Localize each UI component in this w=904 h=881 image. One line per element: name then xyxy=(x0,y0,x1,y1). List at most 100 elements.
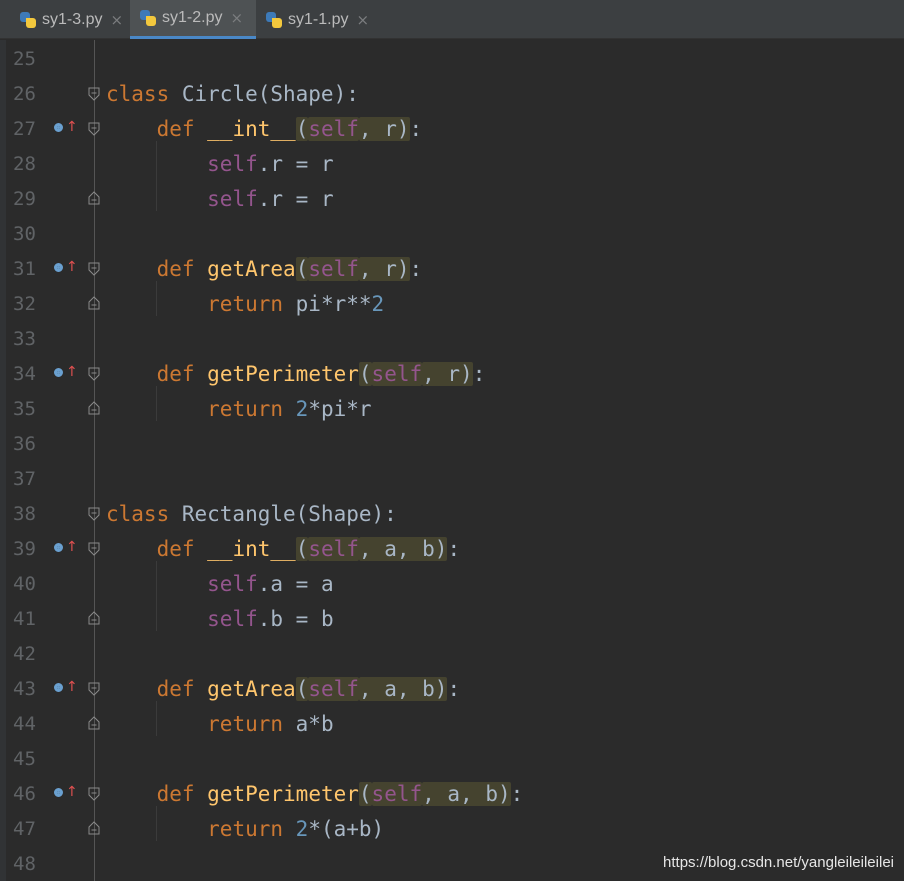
line-number: 29 xyxy=(13,188,36,210)
overrides-method-icon[interactable]: ↑ xyxy=(52,259,78,279)
code-token: , a, b) xyxy=(358,537,448,561)
tab-sy1-3[interactable]: sy1-3.py × xyxy=(10,0,130,39)
code-line[interactable]: 36 xyxy=(0,426,904,461)
fold-close-icon[interactable] xyxy=(87,191,101,205)
fold-close-icon[interactable] xyxy=(87,821,101,835)
code-line[interactable]: 45 xyxy=(0,741,904,776)
fold-open-icon[interactable] xyxy=(87,542,101,556)
code-line[interactable]: 44 return a*b xyxy=(0,706,904,741)
fold-close-icon[interactable] xyxy=(87,401,101,415)
tab-label: sy1-2.py xyxy=(162,9,223,26)
code-token: Circle(Shape): xyxy=(169,82,359,106)
code-token: : xyxy=(510,782,524,806)
code-token: *pi*r xyxy=(308,397,372,421)
code-token: 2 xyxy=(295,397,309,421)
code-line[interactable]: 34 ↑ def getPerimeter(self, r): xyxy=(0,356,904,391)
code-token: , a, b) xyxy=(358,677,448,701)
code-token: __int__ xyxy=(207,537,296,561)
fold-open-icon[interactable] xyxy=(87,682,101,696)
code-token: self xyxy=(308,677,359,701)
code-token: ( xyxy=(295,677,309,701)
code-token: : xyxy=(472,362,486,386)
fold-close-icon[interactable] xyxy=(87,716,101,730)
overrides-method-icon[interactable]: ↑ xyxy=(52,679,78,699)
code-token: def xyxy=(156,537,195,561)
python-file-icon xyxy=(140,10,156,26)
overrides-method-icon[interactable]: ↑ xyxy=(52,364,78,384)
code-line[interactable]: 29 self.r = r xyxy=(0,181,904,216)
tab-label: sy1-3.py xyxy=(42,10,103,28)
close-icon[interactable]: × xyxy=(110,11,123,29)
code-text: def __int__(self, a, b): xyxy=(106,536,460,562)
code-line[interactable]: 26 class Circle(Shape): xyxy=(0,76,904,111)
line-number: 35 xyxy=(13,398,36,420)
code-text: def getArea(self, r): xyxy=(106,256,422,282)
code-line[interactable]: 30 xyxy=(0,216,904,251)
line-number: 36 xyxy=(13,433,36,455)
code-token: def xyxy=(156,782,195,806)
fold-open-icon[interactable] xyxy=(87,507,101,521)
code-token: ( xyxy=(295,257,309,281)
line-number: 30 xyxy=(13,223,36,245)
code-token: , a, b) xyxy=(422,782,511,806)
code-token: .r = r xyxy=(257,187,334,211)
indent-guide xyxy=(156,281,157,316)
code-line[interactable]: 28 self.r = r xyxy=(0,146,904,181)
tab-sy1-2[interactable]: sy1-2.py × xyxy=(130,0,256,39)
code-line[interactable]: 37 xyxy=(0,461,904,496)
fold-open-icon[interactable] xyxy=(87,262,101,276)
fold-close-icon[interactable] xyxy=(87,611,101,625)
line-number: 26 xyxy=(13,83,36,105)
code-line[interactable]: 41 self.b = b xyxy=(0,601,904,636)
code-token: getPerimeter xyxy=(207,782,359,806)
fold-open-icon[interactable] xyxy=(87,787,101,801)
fold-close-icon[interactable] xyxy=(87,296,101,310)
code-token: def xyxy=(156,362,195,386)
code-line[interactable]: 27 ↑ def __int__(self, r): xyxy=(0,111,904,146)
code-token: self xyxy=(207,572,258,596)
code-line[interactable]: 46 ↑ def getPerimeter(self, a, b): xyxy=(0,776,904,811)
code-line[interactable]: 32 return pi*r**2 xyxy=(0,286,904,321)
code-line[interactable]: 42 xyxy=(0,636,904,671)
code-token: self xyxy=(371,782,423,806)
indent-guide xyxy=(156,386,157,421)
code-text: def __int__(self, r): xyxy=(106,116,422,142)
line-number: 37 xyxy=(13,468,36,490)
code-line[interactable]: 25 xyxy=(0,41,904,76)
code-token: getPerimeter xyxy=(207,362,359,386)
code-token: self xyxy=(308,537,359,561)
code-token: 2 xyxy=(295,817,309,841)
code-token: def xyxy=(156,677,195,701)
code-line[interactable]: 35 return 2*pi*r xyxy=(0,391,904,426)
code-line[interactable]: 33 xyxy=(0,321,904,356)
overrides-method-icon[interactable]: ↑ xyxy=(52,784,78,804)
fold-open-icon[interactable] xyxy=(87,122,101,136)
code-line[interactable]: 40 self.a = a xyxy=(0,566,904,601)
code-text: return a*b xyxy=(106,711,333,737)
tab-sy1-1[interactable]: sy1-1.py × xyxy=(256,0,376,39)
code-token: pi*r** xyxy=(283,292,372,316)
code-line[interactable]: 43 ↑ def getArea(self, a, b): xyxy=(0,671,904,706)
code-line[interactable]: 31 ↑ def getArea(self, r): xyxy=(0,251,904,286)
fold-open-icon[interactable] xyxy=(87,87,101,101)
code-line[interactable]: 47 return 2*(a+b) xyxy=(0,811,904,846)
overrides-method-icon[interactable]: ↑ xyxy=(52,119,78,139)
close-icon[interactable]: × xyxy=(230,9,243,27)
overrides-method-icon[interactable]: ↑ xyxy=(52,539,78,559)
fold-open-icon[interactable] xyxy=(87,367,101,381)
code-token: : xyxy=(447,677,461,701)
code-editor[interactable]: 25 26 class Circle(Shape): 27 ↑ def __int__(… xyxy=(0,40,904,881)
code-text: class Rectangle(Shape): xyxy=(106,501,397,527)
line-number: 41 xyxy=(13,608,36,630)
code-token: , r) xyxy=(422,362,473,386)
close-icon[interactable]: × xyxy=(356,11,369,29)
code-text: return 2*(a+b) xyxy=(106,816,384,842)
code-line[interactable]: 39 ↑ def __int__(self, a, b): xyxy=(0,531,904,566)
code-line[interactable]: 38 class Rectangle(Shape): xyxy=(0,496,904,531)
